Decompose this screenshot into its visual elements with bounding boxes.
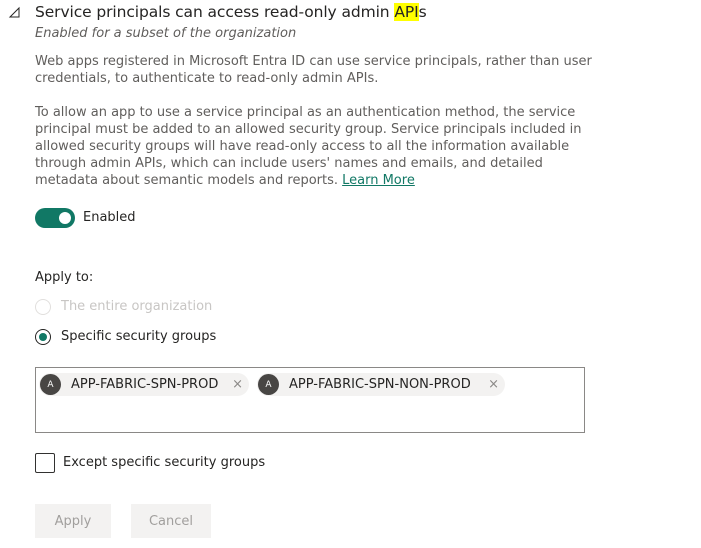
- radio-entire-organization-label: The entire organization: [61, 299, 213, 314]
- remove-group-icon[interactable]: ×: [232, 377, 243, 392]
- description-paragraph-2: To allow an app to use a service princip…: [35, 104, 595, 189]
- group-chip: A APP-FABRIC-SPN-NON-PROD ×: [257, 373, 505, 396]
- radio-selected-dot: [39, 333, 47, 341]
- enabled-toggle[interactable]: [35, 208, 75, 228]
- except-groups-checkbox[interactable]: [35, 453, 55, 473]
- collapse-triangle-icon[interactable]: [8, 6, 22, 20]
- title-suffix: s: [418, 3, 427, 21]
- avatar: A: [40, 374, 61, 395]
- group-chip: A APP-FABRIC-SPN-PROD ×: [39, 373, 249, 396]
- title-highlight: API: [394, 3, 419, 21]
- radio-specific-security-groups-label: Specific security groups: [61, 329, 217, 344]
- except-groups-label: Except specific security groups: [63, 455, 266, 470]
- radio-specific-security-groups[interactable]: [35, 329, 51, 345]
- radio-entire-organization[interactable]: [35, 299, 51, 315]
- avatar: A: [258, 374, 279, 395]
- group-chip-name: APP-FABRIC-SPN-PROD: [71, 377, 219, 392]
- toggle-label: Enabled: [83, 210, 136, 225]
- remove-group-icon[interactable]: ×: [488, 377, 499, 392]
- group-chip-name: APP-FABRIC-SPN-NON-PROD: [289, 377, 471, 392]
- apply-to-label: Apply to:: [35, 270, 94, 285]
- learn-more-link[interactable]: Learn More: [342, 173, 415, 188]
- toggle-knob: [59, 212, 71, 224]
- description-paragraph-1: Web apps registered in Microsoft Entra I…: [35, 54, 592, 86]
- apply-button[interactable]: Apply: [35, 504, 111, 538]
- security-group-picker[interactable]: A APP-FABRIC-SPN-PROD × A APP-FABRIC-SPN…: [35, 367, 585, 433]
- title-text: Service principals can access read-only …: [35, 3, 395, 21]
- cancel-button[interactable]: Cancel: [131, 504, 211, 538]
- setting-title: Service principals can access read-only …: [35, 3, 427, 21]
- setting-subtitle: Enabled for a subset of the organization: [35, 26, 297, 41]
- description-paragraph-2-text: To allow an app to use a service princip…: [35, 105, 582, 188]
